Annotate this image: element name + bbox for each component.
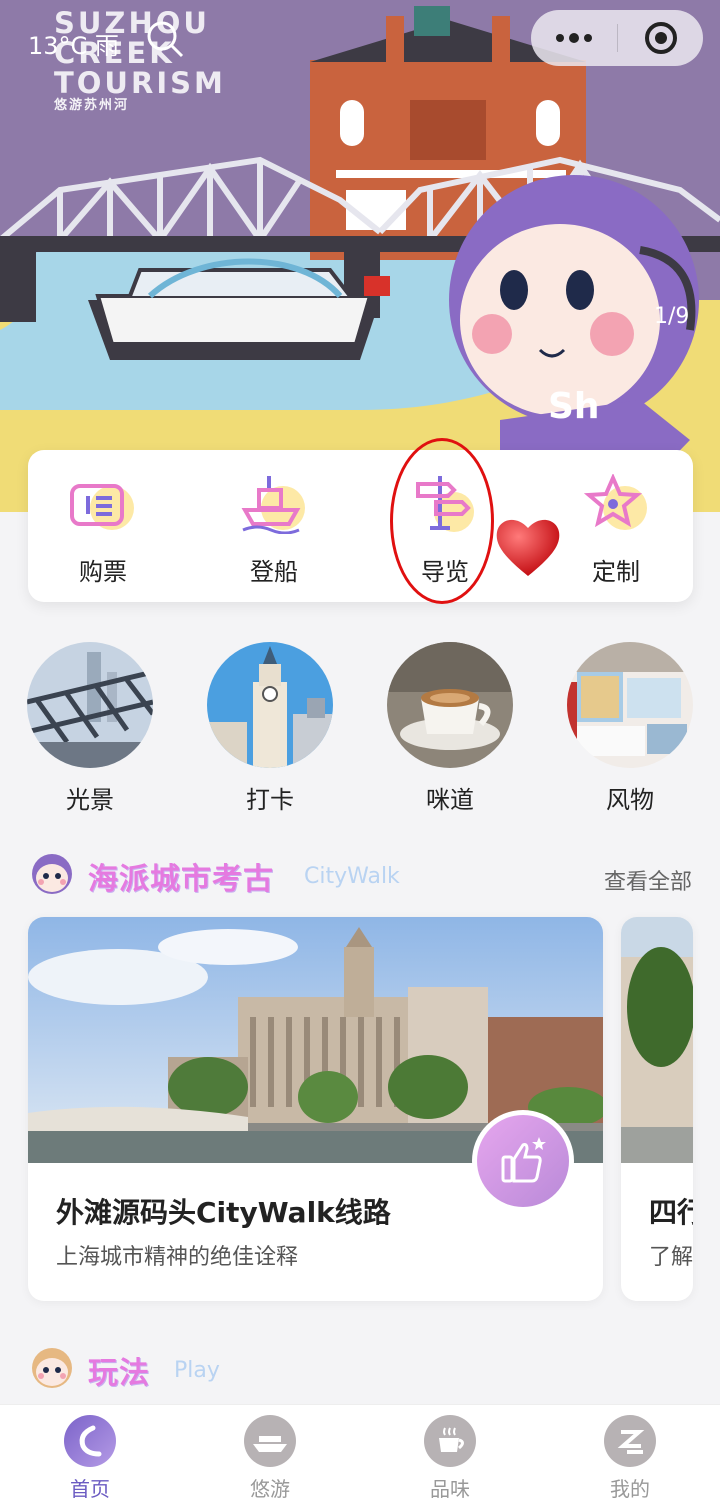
weather-text: 13°C 雨	[28, 32, 119, 60]
section-subtitle-en: Play	[174, 1358, 220, 1383]
category-scenery[interactable]: 光景	[27, 642, 153, 814]
like-button[interactable]	[472, 1110, 574, 1212]
section-header-citywalk: 海派城市考古 CityWalk 查看全部	[28, 852, 692, 902]
tab-label: 品味	[430, 1477, 470, 1501]
coffee-photo	[387, 642, 513, 768]
route-subtitle: 上海城市精神的绝佳诠释	[56, 1245, 299, 1270]
cup-icon	[424, 1415, 476, 1467]
quick-menu: 购票 登船 导览 定制	[28, 450, 693, 602]
ticket-icon	[70, 484, 134, 530]
mascot-icon	[32, 854, 72, 894]
category-label: 风物	[606, 786, 654, 814]
star-icon	[583, 474, 647, 530]
home-icon	[64, 1415, 116, 1467]
view-all-link[interactable]: 查看全部	[604, 864, 692, 896]
tab-taste[interactable]: 品味	[360, 1415, 540, 1505]
clocktower-photo	[207, 642, 333, 768]
tab-label: 首页	[70, 1477, 110, 1501]
miniprogram-capsule	[531, 10, 703, 66]
more-options-button[interactable]	[531, 10, 617, 66]
category-label: 打卡	[246, 786, 294, 814]
search-icon	[147, 21, 184, 58]
tab-label: 我的	[610, 1477, 650, 1501]
category-label: 光景	[66, 786, 114, 814]
section-title: 玩法	[88, 1356, 150, 1391]
section-title: 海派城市考古	[88, 862, 274, 897]
category-checkin[interactable]: 打卡	[207, 642, 333, 814]
more-icon	[556, 33, 592, 43]
souvenir-photo	[567, 642, 693, 768]
route-photo	[621, 917, 693, 1163]
close-miniprogram-button[interactable]	[618, 10, 703, 66]
section-subtitle-en: CityWalk	[304, 864, 400, 889]
quick-item-custom[interactable]: 定制	[541, 472, 691, 586]
search-button[interactable]	[144, 18, 186, 60]
heart-icon	[496, 519, 560, 576]
quick-item-boarding[interactable]: 登船	[199, 472, 349, 586]
bridge-photo	[27, 642, 153, 768]
tab-profile[interactable]: 我的	[540, 1415, 720, 1505]
tab-home[interactable]: 首页	[0, 1415, 180, 1505]
category-label: 咪道	[426, 786, 474, 814]
quick-item-label: 购票	[79, 558, 127, 586]
quick-item-ticket[interactable]: 购票	[28, 472, 178, 586]
category-goods[interactable]: 风物	[567, 642, 693, 814]
route-title: 四行	[649, 1196, 693, 1229]
thumbs-up-icon	[501, 1137, 546, 1183]
brand-logo: SUZHOU CREEK TOURISM 悠游苏州河	[54, 6, 226, 113]
banner-pager: 1/9	[654, 304, 690, 329]
mascot-icon	[32, 1348, 72, 1388]
category-taste[interactable]: 咪道	[387, 642, 513, 814]
hero-banner[interactable]: Sh SUZHOU CREEK TOURISM 悠游苏州河 13°C 雨 1/9	[0, 0, 720, 512]
route-card[interactable]: 外滩源码头CityWalk线路 上海城市精神的绝佳诠释	[28, 917, 603, 1301]
target-icon	[644, 22, 677, 54]
profile-icon	[604, 1415, 656, 1467]
tab-cruise[interactable]: 悠游	[180, 1415, 360, 1505]
boat-icon	[241, 476, 305, 534]
ship-icon	[244, 1415, 296, 1467]
annotation-circle	[390, 438, 494, 604]
route-card[interactable]: 四行 了解	[621, 917, 693, 1301]
quick-item-label: 定制	[592, 558, 640, 586]
route-subtitle: 了解	[649, 1245, 693, 1270]
svg-text:Sh: Sh	[548, 386, 600, 427]
bottom-tab-bar: 首页 悠游 品味 我的	[0, 1404, 720, 1506]
quick-item-label: 登船	[250, 558, 298, 586]
tab-label: 悠游	[250, 1477, 290, 1501]
route-title: 外滩源码头CityWalk线路	[56, 1196, 391, 1229]
section-header-play: 玩法 Play	[28, 1346, 692, 1396]
